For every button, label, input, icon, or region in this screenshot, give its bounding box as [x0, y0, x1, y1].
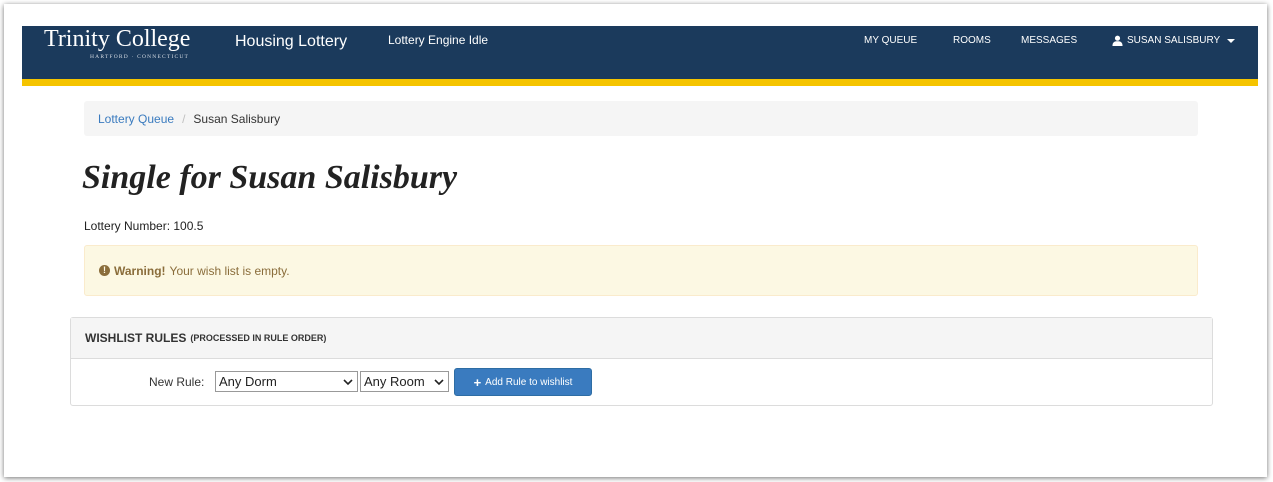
room-select[interactable]: Any Room: [360, 371, 449, 392]
nav-my-queue[interactable]: MY QUEUE: [864, 35, 917, 46]
exclamation-circle-icon: !: [99, 265, 110, 276]
add-rule-button[interactable]: + Add Rule to wishlist: [454, 368, 592, 396]
breadcrumb-current: Susan Salisbury: [193, 111, 281, 126]
chevron-down-icon: [434, 379, 444, 386]
breadcrumb-separator: /: [182, 111, 186, 126]
caret-down-icon: [1227, 38, 1236, 43]
page-title: Single for Susan Salisbury: [82, 159, 458, 196]
wishlist-subheading: (PROCESSED IN RULE ORDER): [190, 333, 327, 343]
dorm-select[interactable]: Any Dorm: [215, 371, 358, 392]
app-title[interactable]: Housing Lottery: [235, 33, 347, 51]
wishlist-panel: WISHLIST RULES (PROCESSED IN RULE ORDER)…: [70, 317, 1213, 406]
breadcrumb-lottery-queue[interactable]: Lottery Queue: [98, 112, 174, 126]
wishlist-panel-body: New Rule: Any Dorm Any Room + Add Rule t…: [71, 359, 1212, 405]
wishlist-panel-heading: WISHLIST RULES (PROCESSED IN RULE ORDER): [71, 318, 1212, 359]
user-name: SUSAN SALISBURY: [1127, 35, 1221, 46]
dorm-select-value: Any Dorm: [219, 374, 277, 389]
nav-messages[interactable]: MESSAGES: [1021, 35, 1077, 46]
breadcrumb: Lottery Queue / Susan Salisbury: [84, 101, 1198, 136]
new-rule-label: New Rule:: [149, 375, 205, 389]
brand-logo[interactable]: Trinity College HARTFORD · CONNECTICUT: [44, 26, 216, 72]
top-navbar: Trinity College HARTFORD · CONNECTICUT H…: [22, 26, 1258, 86]
lottery-number: Lottery Number: 100.5: [84, 219, 204, 233]
brand-tagline: HARTFORD · CONNECTICUT: [90, 54, 190, 60]
engine-status: Lottery Engine Idle: [388, 33, 489, 47]
warning-alert: ! Warning! Your wish list is empty.: [84, 245, 1198, 296]
gold-accent-bar: [22, 79, 1258, 86]
app-window: Trinity College HARTFORD · CONNECTICUT H…: [4, 4, 1267, 477]
alert-strong: Warning!: [114, 263, 166, 278]
plus-icon: +: [473, 374, 482, 390]
user-icon: [1112, 35, 1123, 46]
brand-name: Trinity College: [44, 26, 191, 52]
user-menu[interactable]: SUSAN SALISBURY: [1112, 35, 1236, 46]
nav-rooms[interactable]: ROOMS: [953, 35, 991, 46]
room-select-value: Any Room: [364, 374, 425, 389]
chevron-down-icon: [343, 379, 353, 386]
add-rule-label: Add Rule to wishlist: [485, 376, 573, 388]
alert-text: Your wish list is empty.: [169, 263, 290, 278]
wishlist-heading: WISHLIST RULES: [85, 331, 187, 345]
